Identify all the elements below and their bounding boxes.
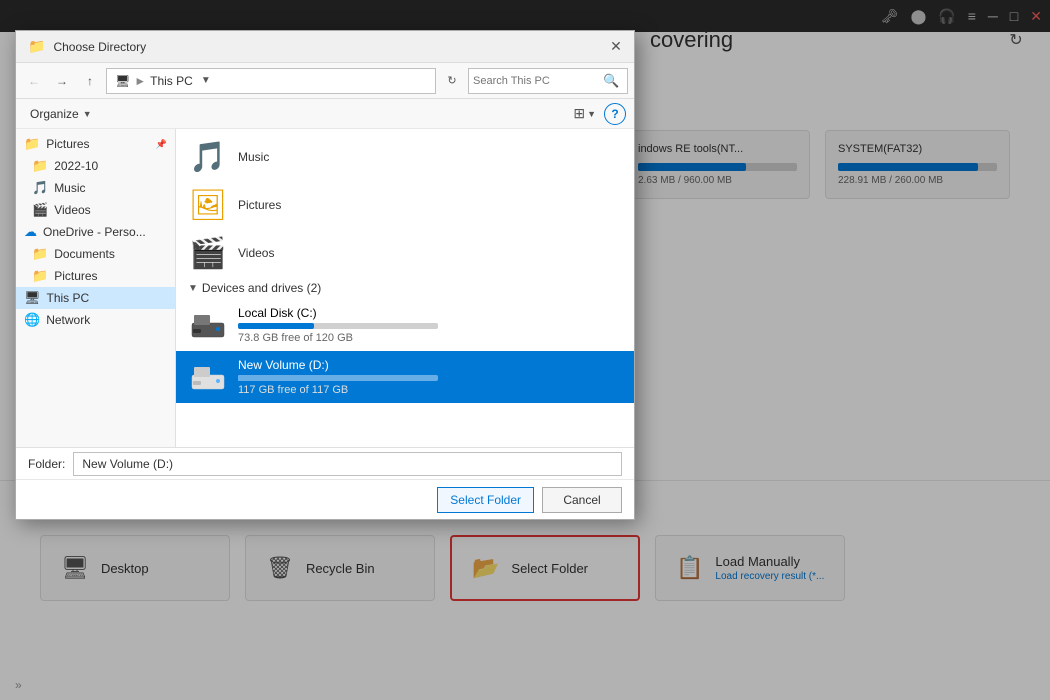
d-drive-bar-bg bbox=[238, 375, 438, 381]
dialog-folder-icon: 📁 bbox=[28, 38, 45, 55]
sidebar-item-2022[interactable]: 📁 2022-10 bbox=[16, 155, 175, 177]
sidebar-videos-label: Videos bbox=[54, 203, 90, 217]
dialog-close-button[interactable]: ✕ bbox=[606, 37, 626, 57]
view-toggle-button[interactable]: ⊞ ▼ bbox=[573, 105, 596, 122]
sidebar-this-pc-icon: 🖥 bbox=[24, 290, 41, 306]
pictures-folder-info: Pictures bbox=[238, 198, 622, 212]
dialog-buttons: Select Folder Cancel bbox=[16, 479, 634, 519]
search-input[interactable] bbox=[473, 75, 603, 87]
pictures-folder-icon: 🖼 bbox=[189, 188, 227, 223]
sidebar-item-music[interactable]: 🎵 Music bbox=[16, 177, 175, 199]
sidebar-pictures2-icon: 📁 bbox=[32, 268, 48, 284]
c-drive-bar-fill bbox=[238, 323, 314, 329]
sidebar-music-label: Music bbox=[54, 181, 85, 195]
c-drive-icon bbox=[188, 305, 228, 345]
devices-chevron: ▼ bbox=[188, 283, 198, 294]
refresh-address-button[interactable]: ↻ bbox=[440, 69, 464, 93]
cancel-button[interactable]: Cancel bbox=[542, 487, 622, 513]
organize-label: Organize bbox=[30, 107, 79, 121]
sidebar-pictures2-label: Pictures bbox=[54, 269, 97, 283]
sidebar-music-icon: 🎵 bbox=[32, 180, 48, 196]
address-dropdown-arrow[interactable]: ▼ bbox=[201, 75, 211, 86]
organize-dropdown-arrow: ▼ bbox=[83, 109, 92, 119]
choose-directory-dialog: 📁 Choose Directory ✕ ← → ↑ 🖥 ► This PC ▼… bbox=[15, 30, 635, 520]
sidebar-documents-label: Documents bbox=[54, 247, 115, 261]
pin-icon: 📌 bbox=[156, 139, 167, 150]
folder-input[interactable] bbox=[73, 452, 622, 476]
dialog-titlebar: 📁 Choose Directory ✕ bbox=[16, 31, 634, 63]
folder-item-videos[interactable]: 🎬 Videos bbox=[176, 229, 634, 277]
c-drive-free: 73.8 GB free of 120 GB bbox=[238, 332, 622, 344]
sidebar-2022-label: 2022-10 bbox=[54, 159, 98, 173]
music-folder-info: Music bbox=[238, 150, 622, 164]
videos-folder-icon: 🎬 bbox=[189, 236, 226, 271]
help-button[interactable]: ? bbox=[604, 103, 626, 125]
dialog-content: 🎵 Music 🖼 Pictures 🎬 Videos bbox=[176, 129, 634, 447]
videos-folder-thumb: 🎬 bbox=[188, 233, 228, 273]
drive-item-d[interactable]: New Volume (D:) 117 GB free of 117 GB bbox=[176, 351, 634, 403]
d-drive-free: 117 GB free of 117 GB bbox=[238, 384, 622, 396]
dialog-folder-bar: Folder: bbox=[16, 447, 634, 479]
d-drive-details: New Volume (D:) 117 GB free of 117 GB bbox=[238, 358, 622, 396]
music-folder-name: Music bbox=[238, 150, 622, 164]
sidebar-onedrive-label: OneDrive - Perso... bbox=[43, 225, 146, 239]
back-button[interactable]: ← bbox=[22, 69, 46, 93]
dialog-main: 📁 Pictures 📌 📁 2022-10 🎵 Music 🎬 Videos … bbox=[16, 129, 634, 447]
dialog-addressbar: ← → ↑ 🖥 ► This PC ▼ ↻ 🔍 bbox=[16, 63, 634, 99]
c-drive-bar-bg bbox=[238, 323, 438, 329]
path-icon: 🖥 bbox=[115, 74, 130, 88]
drive-item-c[interactable]: Local Disk (C:) 73.8 GB free of 120 GB bbox=[176, 299, 634, 351]
view-icon: ⊞ bbox=[573, 105, 585, 122]
d-drive-icon bbox=[188, 357, 228, 397]
sidebar-item-onedrive[interactable]: ☁ OneDrive - Perso... bbox=[16, 221, 175, 243]
sidebar-item-this-pc[interactable]: 🖥 This PC bbox=[16, 287, 175, 309]
sidebar-item-pictures-pinned[interactable]: 📁 Pictures 📌 bbox=[16, 133, 175, 155]
sidebar-this-pc-label: This PC bbox=[47, 291, 90, 305]
dialog-title-text: Choose Directory bbox=[53, 40, 146, 54]
sidebar-item-videos[interactable]: 🎬 Videos bbox=[16, 199, 175, 221]
pictures-folder-thumb: 🖼 bbox=[188, 185, 228, 225]
view-dropdown-arrow: ▼ bbox=[587, 109, 596, 119]
path-segment: This PC bbox=[150, 74, 193, 88]
sidebar-documents-icon: 📁 bbox=[32, 246, 48, 262]
path-separator: ► bbox=[134, 74, 146, 88]
sidebar-item-pictures2[interactable]: 📁 Pictures bbox=[16, 265, 175, 287]
c-drive-details: Local Disk (C:) 73.8 GB free of 120 GB bbox=[238, 306, 622, 344]
sidebar-item-network[interactable]: 🌐 Network bbox=[16, 309, 175, 331]
organize-button[interactable]: Organize ▼ bbox=[24, 105, 98, 123]
sidebar-pictures-pinned-icon: 📁 bbox=[24, 136, 40, 152]
folder-label: Folder: bbox=[28, 457, 65, 471]
up-button[interactable]: ↑ bbox=[78, 69, 102, 93]
search-icon: 🔍 bbox=[603, 73, 619, 89]
address-path[interactable]: 🖥 ► This PC ▼ bbox=[106, 68, 436, 94]
d-drive-name: New Volume (D:) bbox=[238, 358, 622, 372]
music-folder-thumb: 🎵 bbox=[188, 137, 228, 177]
dialog-toolbar: Organize ▼ ⊞ ▼ ? bbox=[16, 99, 634, 129]
folder-item-music[interactable]: 🎵 Music bbox=[176, 133, 634, 181]
sidebar-network-label: Network bbox=[46, 313, 90, 327]
pictures-folder-name: Pictures bbox=[238, 198, 622, 212]
sidebar-item-documents[interactable]: 📁 Documents bbox=[16, 243, 175, 265]
devices-section-label: Devices and drives (2) bbox=[202, 281, 321, 295]
dialog-sidebar: 📁 Pictures 📌 📁 2022-10 🎵 Music 🎬 Videos … bbox=[16, 129, 176, 447]
devices-section-header[interactable]: ▼ Devices and drives (2) bbox=[176, 277, 634, 299]
music-folder-icon: 🎵 bbox=[189, 140, 226, 175]
forward-button[interactable]: → bbox=[50, 69, 74, 93]
d-drive-bar-fill bbox=[238, 375, 240, 381]
sidebar-pictures-pinned-label: Pictures bbox=[46, 137, 89, 151]
sidebar-2022-icon: 📁 bbox=[32, 158, 48, 174]
select-folder-button[interactable]: Select Folder bbox=[437, 487, 534, 513]
dialog-title-content: 📁 Choose Directory bbox=[28, 38, 146, 55]
search-wrapper: 🔍 bbox=[468, 68, 628, 94]
sidebar-network-icon: 🌐 bbox=[24, 312, 40, 328]
c-drive-name: Local Disk (C:) bbox=[238, 306, 622, 320]
videos-folder-info: Videos bbox=[238, 246, 622, 260]
sidebar-onedrive-icon: ☁ bbox=[24, 224, 37, 240]
videos-folder-name: Videos bbox=[238, 246, 622, 260]
sidebar-videos-icon: 🎬 bbox=[32, 202, 48, 218]
folder-item-pictures[interactable]: 🖼 Pictures bbox=[176, 181, 634, 229]
